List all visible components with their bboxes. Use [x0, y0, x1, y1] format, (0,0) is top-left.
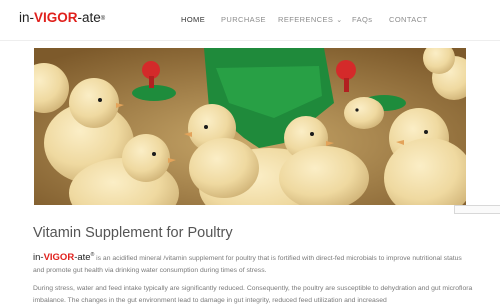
logo-suffix: -ate: [77, 10, 101, 25]
chicks-illustration: [34, 48, 466, 205]
intro-paragraph: in-VIGOR-ate® is an acidified mineral /v…: [33, 250, 473, 276]
page-title: Vitamin Supplement for Poultry: [33, 225, 233, 241]
stress-paragraph: During stress, water and feed intake typ…: [33, 285, 473, 304]
nav-purchase[interactable]: PURCHASE: [221, 15, 266, 25]
nav-references[interactable]: REFERENCES ⌄: [278, 15, 343, 26]
hero-image: [34, 48, 466, 205]
site-header: in-VIGOR-ate® HOME PURCHASE REFERENCES ⌄ …: [0, 0, 500, 41]
nav-home[interactable]: HOME: [181, 15, 205, 25]
nav-contact[interactable]: CONTACT: [389, 15, 428, 25]
inline-brand-vigor: VIGOR: [43, 252, 75, 264]
site-logo[interactable]: in-VIGOR-ate®: [19, 10, 105, 26]
nav-references-label: REFERENCES: [278, 15, 334, 24]
chevron-down-icon: ⌄: [336, 17, 343, 24]
logo-prefix: in-: [19, 10, 35, 25]
inline-brand: in-VIGOR-ate®: [33, 252, 94, 263]
horizontal-scrollbar[interactable]: [454, 205, 500, 214]
inline-brand-prefix: in-: [33, 252, 44, 264]
intro-text: is an acidified mineral /vitamin supplem…: [33, 255, 462, 274]
nav-faqs[interactable]: FAQs: [352, 15, 372, 25]
inline-brand-suffix: -ate: [74, 252, 91, 264]
logo-registered-mark: ®: [100, 16, 106, 22]
logo-vigor: VIGOR: [34, 10, 78, 25]
